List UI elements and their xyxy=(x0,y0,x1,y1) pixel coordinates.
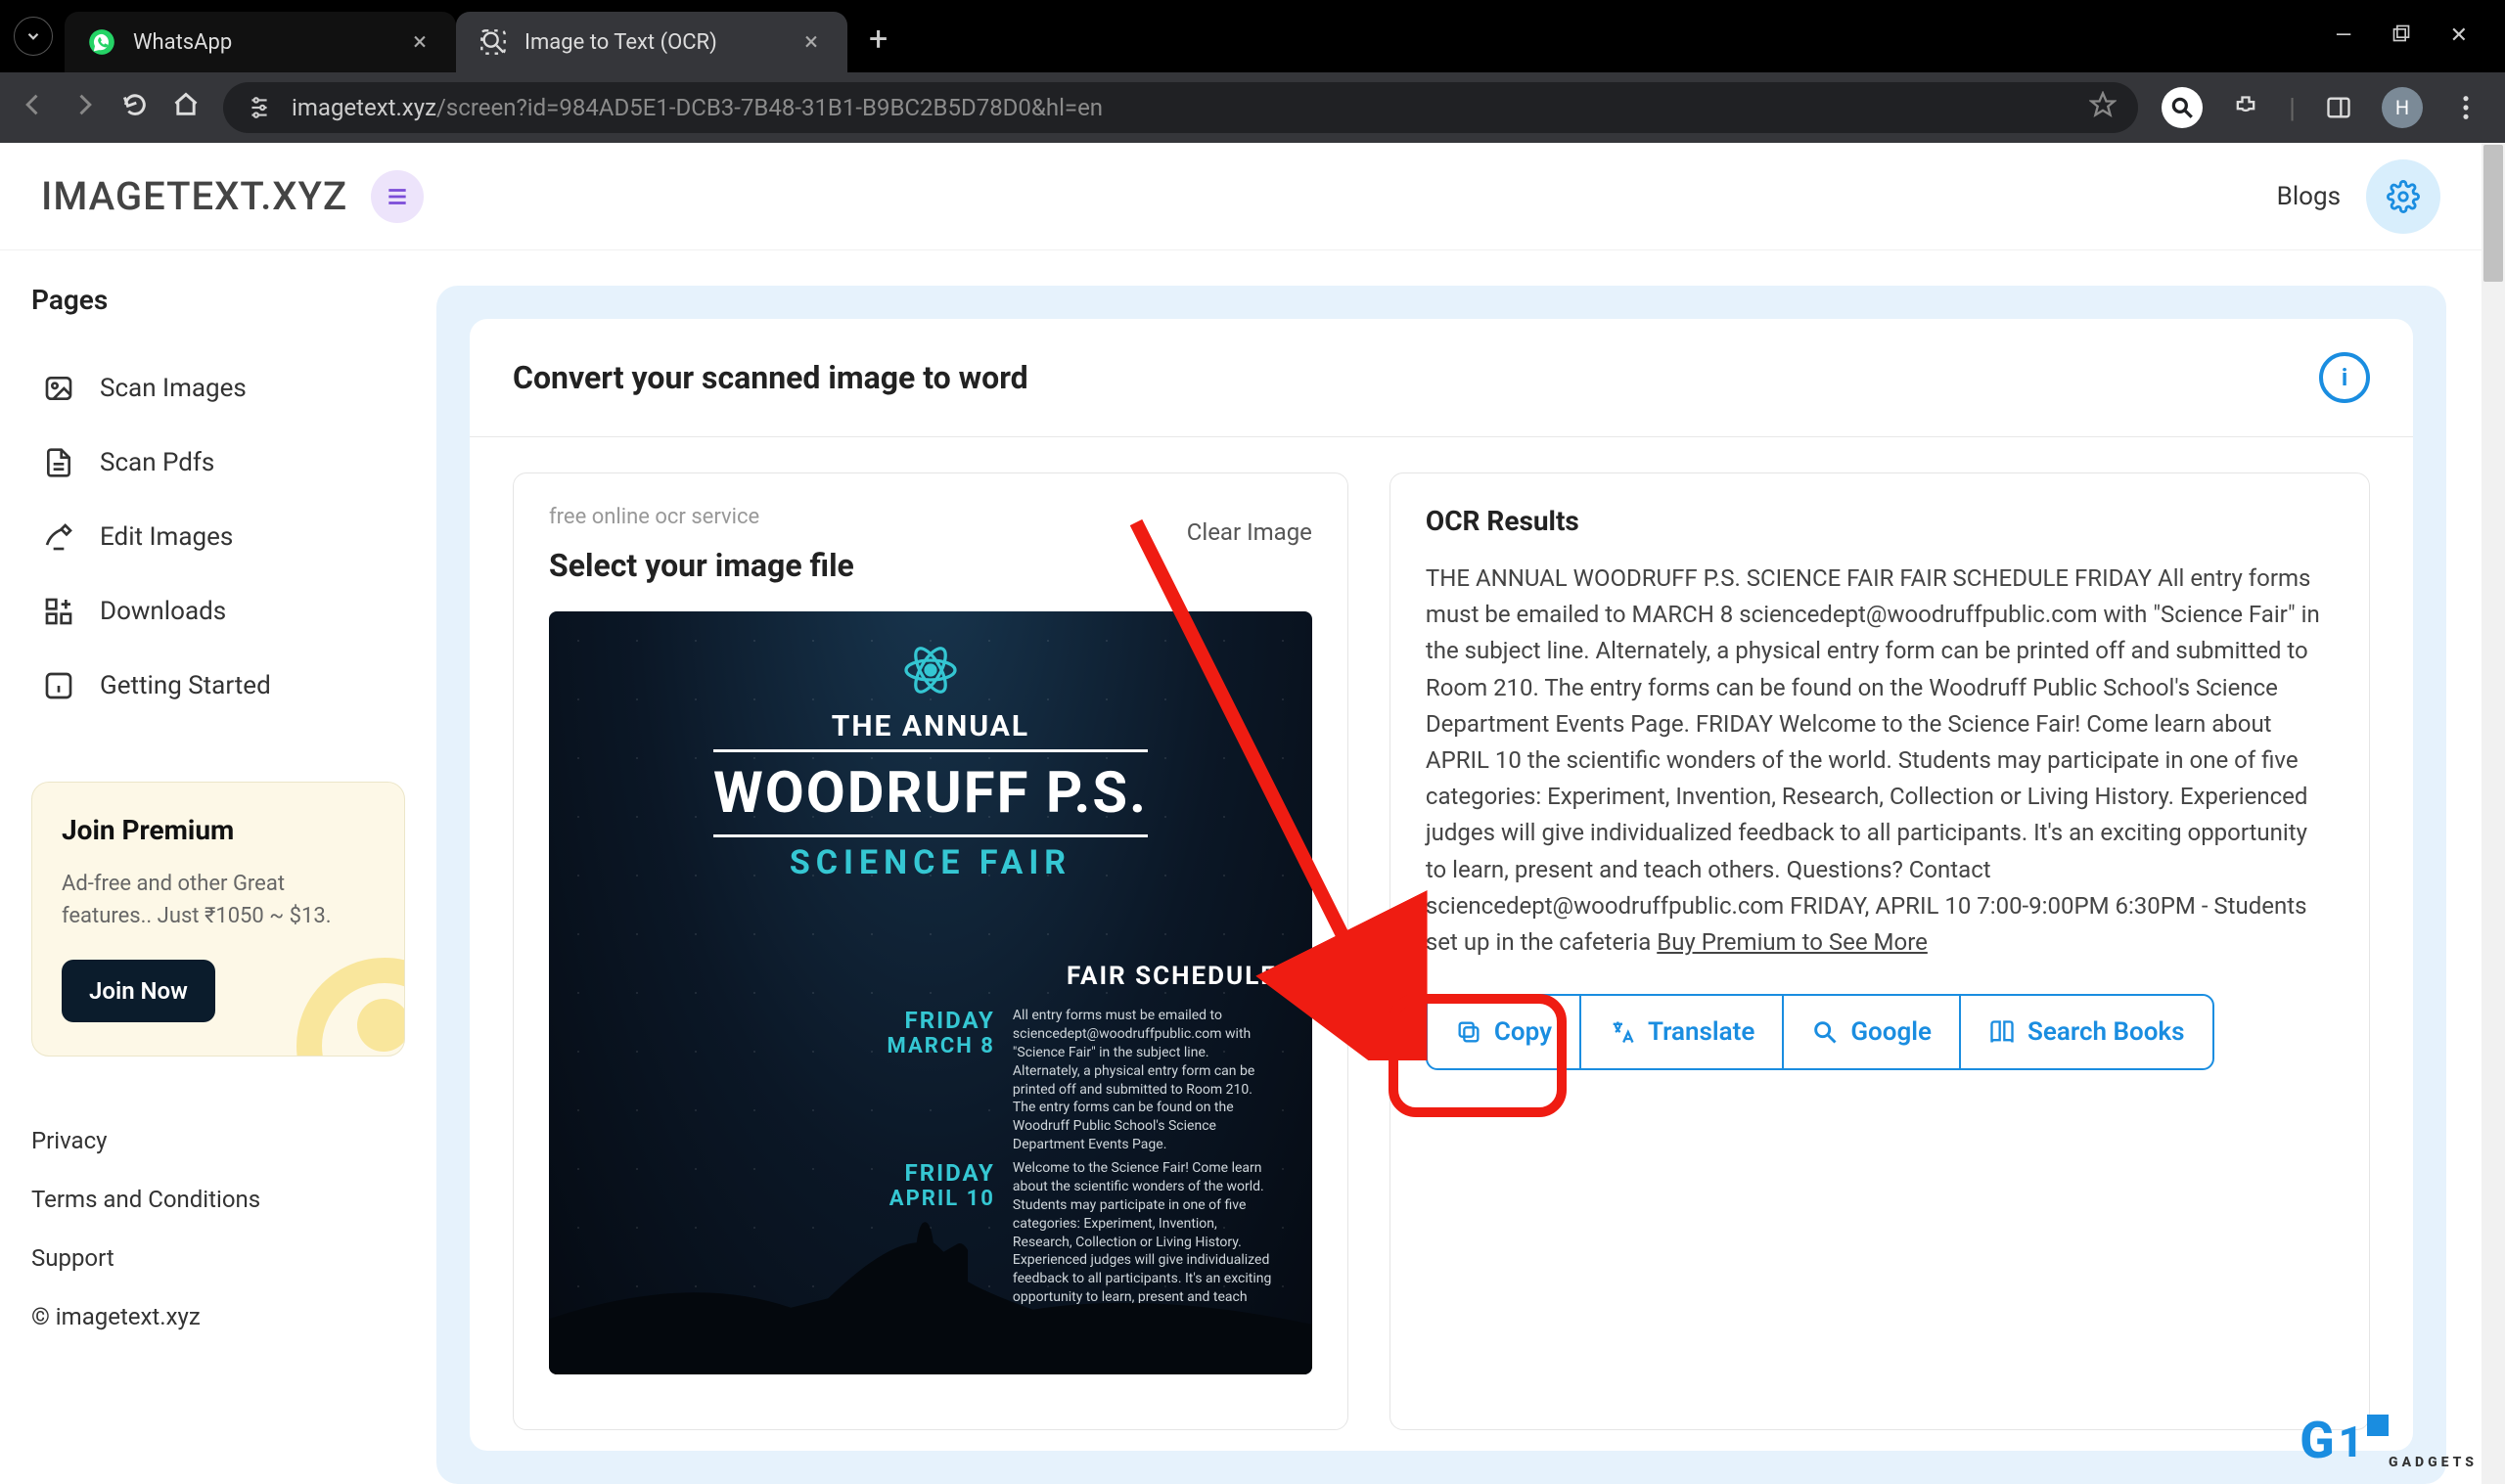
sidebar-item-label: Scan Images xyxy=(100,374,247,403)
sidebar-item-edit-images[interactable]: Edit Images xyxy=(31,500,405,574)
bookmark-icon[interactable] xyxy=(2089,91,2117,124)
join-now-button[interactable]: Join Now xyxy=(62,960,215,1022)
premium-title: Join Premium xyxy=(62,814,375,846)
ocr-icon xyxy=(479,28,507,56)
footer-terms[interactable]: Terms and Conditions xyxy=(31,1170,405,1229)
sidebar-item-scan-pdfs[interactable]: Scan Pdfs xyxy=(31,426,405,500)
select-image-title: Select your image file xyxy=(549,547,1312,584)
google-lens-icon[interactable] xyxy=(2162,87,2203,128)
profile-avatar[interactable]: H xyxy=(2382,87,2423,128)
sidebar-item-label: Downloads xyxy=(100,597,226,626)
premium-subtitle: Ad-free and other Great features.. Just … xyxy=(62,868,375,932)
footer-links: Privacy Terms and Conditions Support © i… xyxy=(31,1111,405,1346)
nav-blogs[interactable]: Blogs xyxy=(2277,182,2341,211)
close-window-icon[interactable]: ✕ xyxy=(2450,23,2468,49)
image-icon xyxy=(43,373,74,404)
minimize-icon[interactable]: — xyxy=(2335,23,2351,49)
uploaded-image[interactable]: THE ANNUAL WOODRUFF P.S. SCIENCE FAIR FA… xyxy=(549,611,1312,1374)
forward-button[interactable] xyxy=(70,91,98,125)
book-icon xyxy=(1988,1018,2016,1046)
footer-copyright[interactable]: © imagetext.xyz xyxy=(31,1287,405,1346)
maximize-icon[interactable] xyxy=(2391,23,2411,49)
info-button[interactable]: i xyxy=(2319,352,2370,403)
home-button[interactable] xyxy=(172,91,200,125)
translate-icon xyxy=(1609,1018,1636,1046)
tab-whatsapp[interactable]: WhatsApp × xyxy=(65,12,456,72)
buy-premium-link[interactable]: Buy Premium to See More xyxy=(1657,928,1928,956)
side-panel-icon[interactable] xyxy=(2319,88,2358,127)
silhouette-icon xyxy=(549,1133,1312,1374)
main-content: Convert your scanned image to word i fre… xyxy=(436,250,2482,1484)
copy-button[interactable]: Copy xyxy=(1426,994,1581,1070)
url-text: imagetext.xyz/screen?id=984AD5E1-DCB3-7B… xyxy=(292,94,1103,121)
tab-imagetext[interactable]: Image to Text (OCR) × xyxy=(456,12,847,72)
info-icon xyxy=(43,670,74,701)
scrollbar[interactable] xyxy=(2482,143,2505,1484)
sidebar-item-label: Edit Images xyxy=(100,522,233,552)
address-bar[interactable]: imagetext.xyz/screen?id=984AD5E1-DCB3-7B… xyxy=(223,82,2138,133)
footer-privacy[interactable]: Privacy xyxy=(31,1111,405,1170)
ocr-actions: Copy Translate Google xyxy=(1426,994,2334,1070)
copy-icon xyxy=(1455,1018,1482,1046)
sidebar-item-label: Scan Pdfs xyxy=(100,448,214,477)
poster-schedule-title: FAIR SCHEDULE xyxy=(1067,962,1277,991)
back-button[interactable] xyxy=(20,91,47,125)
search-books-button[interactable]: Search Books xyxy=(1959,994,2214,1070)
watermark: G1 GADGETS xyxy=(2300,1411,2478,1470)
sidebar-item-scan-images[interactable]: Scan Images xyxy=(31,351,405,426)
file-icon xyxy=(43,447,74,478)
ocr-text[interactable]: THE ANNUAL WOODRUFF P.S. SCIENCE FAIR FA… xyxy=(1426,561,2334,961)
search-icon xyxy=(1811,1018,1839,1046)
tab-list-dropdown[interactable] xyxy=(14,17,53,56)
app-header: IMAGETEXT.XYZ Blogs xyxy=(0,143,2482,250)
page-title: Convert your scanned image to word xyxy=(513,359,1028,396)
grid-plus-icon xyxy=(43,596,74,627)
google-button[interactable]: Google xyxy=(1782,994,1961,1070)
site-settings-icon[interactable] xyxy=(245,93,274,122)
site-logo[interactable]: IMAGETEXT.XYZ xyxy=(41,173,347,219)
sidebar-item-downloads[interactable]: Downloads xyxy=(31,574,405,649)
extensions-icon[interactable] xyxy=(2226,88,2265,127)
edit-icon xyxy=(43,521,74,553)
window-controls: — ✕ xyxy=(2335,23,2505,49)
close-icon[interactable]: × xyxy=(407,27,433,57)
close-icon[interactable]: × xyxy=(798,27,824,57)
ocr-panel: OCR Results THE ANNUAL WOODRUFF P.S. SCI… xyxy=(1389,472,2370,1430)
sidebar-item-getting-started[interactable]: Getting Started xyxy=(31,649,405,723)
clear-image-button[interactable]: Clear Image xyxy=(1187,518,1312,546)
reload-button[interactable] xyxy=(121,91,149,125)
sidebar-title: Pages xyxy=(31,284,405,316)
settings-button[interactable] xyxy=(2366,159,2440,234)
ocr-title: OCR Results xyxy=(1426,505,2334,537)
scrollbar-thumb[interactable] xyxy=(2483,145,2503,282)
tab-title: WhatsApp xyxy=(133,30,232,55)
browser-toolbar: imagetext.xyz/screen?id=984AD5E1-DCB3-7B… xyxy=(0,72,2505,143)
sidebar-item-label: Getting Started xyxy=(100,671,271,700)
translate-button[interactable]: Translate xyxy=(1579,994,1784,1070)
premium-card: Join Premium Ad-free and other Great fea… xyxy=(31,782,405,1057)
page-viewport: IMAGETEXT.XYZ Blogs Pages Scan Images xyxy=(0,143,2505,1484)
new-tab-button[interactable]: + xyxy=(869,20,888,59)
footer-support[interactable]: Support xyxy=(31,1229,405,1287)
kebab-menu-icon[interactable] xyxy=(2446,88,2485,127)
atom-icon xyxy=(901,641,960,703)
tab-title: Image to Text (OCR) xyxy=(524,30,717,55)
sidebar: Pages Scan Images Scan Pdfs Edit Images … xyxy=(0,250,436,1484)
image-panel: free online ocr service Select your imag… xyxy=(513,472,1348,1430)
whatsapp-icon xyxy=(88,28,115,56)
browser-tabstrip: WhatsApp × Image to Text (OCR) × + — ✕ xyxy=(0,0,2505,72)
menu-button[interactable] xyxy=(371,170,424,223)
